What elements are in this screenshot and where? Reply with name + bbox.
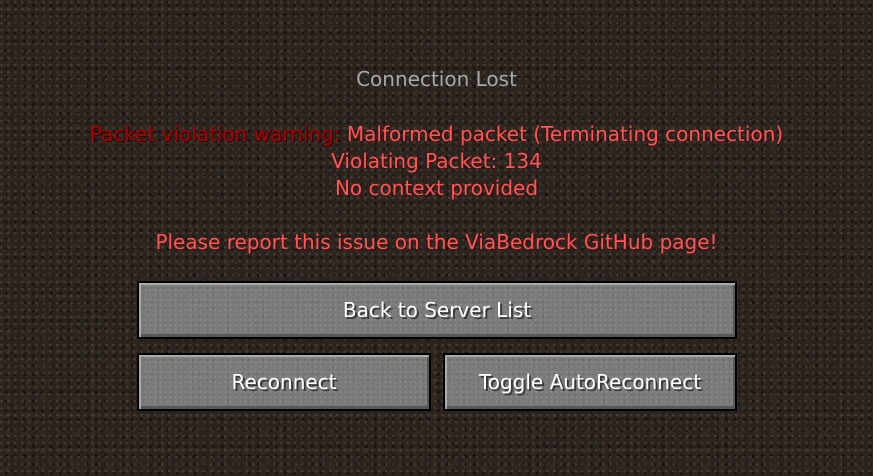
disconnect-screen: Connection Lost Packet violation warning… xyxy=(0,0,873,476)
back-to-server-list-label: Back to Server List xyxy=(342,298,532,322)
toggle-autoreconnect-button[interactable]: Toggle AutoReconnect xyxy=(443,353,737,411)
back-to-server-list-button[interactable]: Back to Server List xyxy=(137,281,737,339)
toggle-autoreconnect-label: Toggle AutoReconnect xyxy=(478,370,702,394)
reconnect-label: Reconnect xyxy=(231,370,337,394)
screen-title: Connection Lost xyxy=(356,67,517,91)
violating-packet-line: Violating Packet: 134 xyxy=(331,149,542,173)
warning-prefix: Packet violation warning: xyxy=(89,122,341,146)
warning-text: Malformed packet (Terminating connection… xyxy=(340,122,784,146)
report-issue-line: Please report this issue on the ViaBedro… xyxy=(155,230,718,254)
reconnect-button[interactable]: Reconnect xyxy=(137,353,431,411)
error-message-line-1: Packet violation warning: Malformed pack… xyxy=(0,121,873,147)
context-line: No context provided xyxy=(334,176,539,200)
